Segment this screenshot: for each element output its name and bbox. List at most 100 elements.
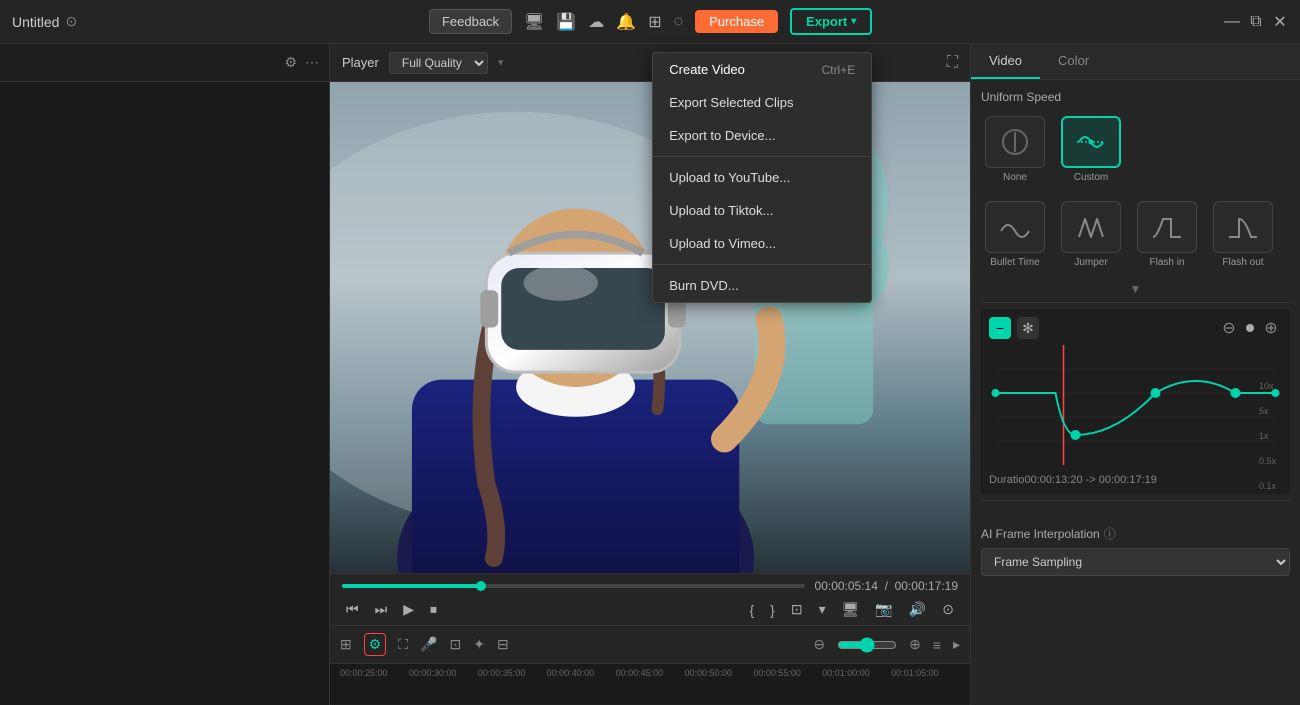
zoom-out-icon[interactable]: ⊖: [813, 636, 825, 653]
chart-minus-button[interactable]: −: [989, 317, 1011, 339]
chart-snowflake-button[interactable]: ✻: [1017, 317, 1039, 339]
dropdown-burn-dvd[interactable]: Burn DVD...: [653, 269, 871, 302]
dropdown-upload-vimeo[interactable]: Upload to Vimeo...: [653, 227, 871, 260]
monitor-icon[interactable]: 🖥: [524, 12, 544, 32]
speed-label: Uniform Speed: [981, 90, 1290, 104]
section-divider-2: [981, 500, 1290, 501]
bell-icon[interactable]: 🔔: [616, 12, 636, 32]
expand-arrow-icon[interactable]: ▼: [1130, 282, 1142, 296]
timeline-marker-icon[interactable]: ⛶: [398, 636, 408, 653]
more-options-icon[interactable]: ⋯: [305, 54, 319, 71]
tab-color[interactable]: Color: [1040, 44, 1107, 79]
speed-option-flash-out[interactable]: Flash out: [1209, 197, 1277, 272]
speed-option-none[interactable]: None: [981, 112, 1049, 187]
ruler-mark-6: 00:00:55:00: [753, 668, 822, 678]
chart-circle-minus-button[interactable]: ⊖: [1218, 317, 1240, 339]
ai-info-icon[interactable]: ⓘ: [1104, 525, 1116, 542]
ruler-mark-8: 00:01:05:00: [891, 668, 960, 678]
timeline-settings-icon[interactable]: ⚙: [364, 633, 387, 656]
purchase-button[interactable]: Purchase: [695, 10, 778, 33]
screenshot-button[interactable]: 📷: [871, 599, 896, 620]
top-bar-left: Untitled ⊙: [12, 13, 77, 30]
timeline-overlay-icon[interactable]: ⊡: [450, 636, 462, 653]
timeline-clip-icon[interactable]: ⊞: [340, 636, 352, 653]
volume-button[interactable]: 🔊: [905, 599, 930, 620]
time-display: 00:00:05:14 / 00:00:17:19: [815, 579, 958, 593]
speed-icon-jumper: [1061, 201, 1121, 253]
zoom-slider-container: [837, 637, 897, 653]
progress-bar-row: 00:00:05:14 / 00:00:17:19: [342, 579, 958, 593]
quality-arrow: ▾: [498, 56, 504, 69]
tab-video[interactable]: Video: [971, 44, 1040, 79]
y-label-5x: 5x: [1259, 406, 1276, 416]
speed-none-label: None: [1003, 172, 1027, 183]
speed-option-jumper[interactable]: Jumper: [1057, 197, 1125, 272]
quality-select[interactable]: Full Quality 1/2 Quality 1/4 Quality: [389, 52, 488, 74]
speed-option-custom[interactable]: Custom: [1057, 112, 1125, 187]
top-bar: Untitled ⊙ Feedback 🖥 💾 ☁ 🔔 ⊞ ◌ Purchase…: [0, 0, 1300, 44]
timeline-caption-icon[interactable]: ⊟: [497, 636, 509, 653]
progress-fill: [342, 584, 481, 588]
step-back-button[interactable]: ⏮: [342, 599, 363, 620]
export-button[interactable]: Export ▾: [790, 8, 872, 35]
curve-chart: − ✻ ⊖ ⊕: [981, 309, 1290, 494]
minimize-button[interactable]: —: [1224, 14, 1240, 30]
chart-area: 10x 5x 1x 0.5x 0.1x: [989, 345, 1282, 470]
speed-option-bullet-time[interactable]: Bullet Time: [981, 197, 1049, 272]
player-toolbar: Player Full Quality 1/2 Quality 1/4 Qual…: [330, 44, 970, 82]
chart-controls: − ✻ ⊖ ⊕: [989, 317, 1282, 339]
dropdown-upload-youtube[interactable]: Upload to YouTube...: [653, 161, 871, 194]
top-bar-center: Feedback 🖥 💾 ☁ 🔔 ⊞ ◌ Purchase Export ▾ C…: [429, 8, 872, 35]
save-icon[interactable]: 💾: [556, 12, 576, 32]
progress-thumb: [476, 581, 486, 591]
y-axis-labels: 10x 5x 1x 0.5x 0.1x: [1259, 381, 1276, 491]
dropdown-upload-tiktok[interactable]: Upload to Tiktok...: [653, 194, 871, 227]
timeline-toolbar: ⊞ ⚙ ⛶ 🎤 ⊡ ✦ ⊟ ⊖ ⊕ ≡ ▸: [330, 626, 970, 664]
video-frame: [330, 82, 970, 573]
timeline-arrow-icon[interactable]: ▸: [953, 636, 960, 653]
export-arrow-icon: ▾: [851, 16, 856, 27]
speed-icon-custom: [1061, 116, 1121, 168]
mark-out-button[interactable]: }: [766, 600, 779, 620]
dropdown-export-selected[interactable]: Export Selected Clips: [653, 86, 871, 119]
account-icon[interactable]: ◌: [674, 13, 684, 31]
filter-icon[interactable]: ⚙: [284, 54, 297, 71]
speed-option-flash-in[interactable]: Flash in: [1133, 197, 1201, 272]
trim-arrow-button[interactable]: ▾: [815, 599, 830, 620]
grid-icon[interactable]: ⊞: [648, 12, 661, 32]
maximize-button[interactable]: ⧉: [1248, 14, 1264, 30]
cloud-icon[interactable]: ☁: [588, 12, 604, 32]
sidebar-content: [0, 82, 329, 705]
settings-button[interactable]: ⊙: [938, 599, 958, 620]
dropdown-create-video[interactable]: Create Video Ctrl+E: [653, 53, 871, 86]
prev-frame-button[interactable]: ⏭: [371, 599, 392, 620]
zoom-slider[interactable]: [837, 637, 897, 653]
monitor-button[interactable]: 🖥: [838, 599, 864, 620]
speed-flash-out-label: Flash out: [1222, 257, 1263, 268]
trim-button[interactable]: ⊡: [787, 599, 807, 620]
timeline-fx-icon[interactable]: ✦: [473, 636, 485, 653]
fullscreen-icon[interactable]: ⛶: [947, 54, 958, 72]
chart-circle-plus-button[interactable]: ⊕: [1260, 317, 1282, 339]
progress-bar[interactable]: [342, 584, 805, 588]
right-panel: Video Color Uniform Speed None: [970, 44, 1300, 705]
dropdown-divider-2: [653, 264, 871, 265]
speed-curve-svg: [989, 345, 1282, 465]
feedback-button[interactable]: Feedback: [429, 9, 512, 34]
center-wrapper: Player Full Quality 1/2 Quality 1/4 Qual…: [330, 44, 970, 705]
y-label-01x: 0.1x: [1259, 481, 1276, 491]
stop-button[interactable]: ⏹: [426, 599, 441, 620]
dropdown-export-device[interactable]: Export to Device...: [653, 119, 871, 152]
ai-frame-select[interactable]: Frame Sampling Optical Flow: [981, 548, 1290, 576]
play-button[interactable]: ▶: [399, 599, 418, 620]
ruler-mark-7: 00:01:00:00: [822, 668, 891, 678]
close-button[interactable]: ✕: [1272, 14, 1288, 30]
zoom-in-icon[interactable]: ⊕: [909, 636, 921, 653]
right-tabs: Video Color: [971, 44, 1300, 80]
timeline-more-icon[interactable]: ≡: [933, 637, 941, 653]
mark-in-button[interactable]: {: [745, 600, 758, 620]
speed-options-row1: None Custom: [981, 112, 1290, 187]
timeline-audio-icon[interactable]: 🎤: [420, 636, 437, 653]
ruler-mark-5: 00:00:50:00: [684, 668, 753, 678]
ruler-mark-3: 00:00:40:00: [547, 668, 616, 678]
